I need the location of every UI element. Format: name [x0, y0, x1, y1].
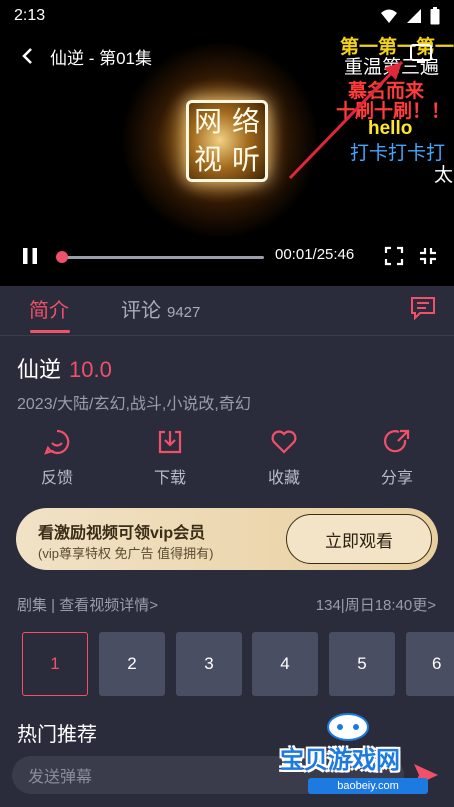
tab-intro[interactable]: 简介: [29, 294, 69, 323]
back-button[interactable]: [16, 45, 38, 67]
favorite-button[interactable]: 收藏: [244, 428, 324, 488]
download-button[interactable]: 下载: [130, 428, 210, 488]
logo-char: 视: [193, 143, 222, 176]
feedback-label: 反馈: [40, 470, 73, 487]
share-icon: [384, 429, 410, 453]
show-score: 10.0: [69, 357, 112, 382]
progress-handle[interactable]: [56, 251, 68, 263]
feedback-button[interactable]: 反馈: [17, 428, 97, 488]
status-time: 2:13: [14, 7, 46, 24]
video-title: 仙逆 - 第01集: [50, 48, 153, 68]
video-logo: 网 络 视 听: [186, 100, 268, 182]
action-bar: 反馈 下载 收藏 分享: [0, 428, 454, 494]
tab-indicator: [30, 330, 70, 333]
cast-icon[interactable]: [410, 44, 432, 64]
share-label: 分享: [380, 470, 413, 487]
download-icon: [158, 430, 182, 454]
episode-item[interactable]: 1: [22, 632, 88, 696]
favorite-label: 收藏: [267, 470, 300, 487]
screen-mode-icon[interactable]: [384, 246, 404, 266]
status-icons: [380, 7, 440, 25]
episode-item[interactable]: 6: [406, 632, 454, 696]
battery-icon: [430, 7, 440, 25]
episode-item[interactable]: 4: [252, 632, 318, 696]
episode-item[interactable]: 5: [329, 632, 395, 696]
time-readout: 00:01/25:46: [275, 246, 355, 263]
player-top-bar: 仙逆 - 第01集: [0, 40, 152, 72]
show-meta: 2023/大陆/玄幻,战斗,小说改,奇幻: [17, 396, 251, 413]
player-controls: 00:01/25:46: [0, 240, 454, 274]
watch-now-button[interactable]: 立即观看: [286, 514, 432, 564]
watermark-text: 宝贝游戏网: [280, 747, 400, 774]
fullscreen-icon[interactable]: [418, 246, 438, 266]
wifi-icon: [381, 9, 397, 23]
gamepad-icon: [327, 713, 369, 741]
show-title: 仙逆 10.0: [17, 352, 112, 384]
comments-count: 9427: [167, 304, 201, 321]
tab-comments-label: 评论: [121, 300, 161, 322]
episode-list: 1 2 3 4 5 6: [22, 632, 454, 698]
episode-item[interactable]: 3: [176, 632, 242, 696]
danmu-comment: 太: [434, 165, 454, 186]
tab-comments[interactable]: 评论 9427: [121, 294, 200, 323]
episodes-status[interactable]: 134|周日18:40更>: [316, 594, 436, 615]
feedback-icon: [44, 429, 70, 455]
watermark-url: baobeiy.com: [308, 778, 428, 794]
video-player[interactable]: 网 络 视 听 2:13 仙逆 - 第01集 第一第一第一 重温第三: [0, 0, 454, 286]
chevron-left-icon: [22, 48, 32, 64]
vip-banner[interactable]: 看激励视频可领vip会员 (vip尊享特权 免广告 值得拥有) 立即观看: [16, 508, 438, 570]
status-bar: 2:13: [0, 0, 454, 32]
signal-icon: [407, 9, 421, 23]
logo-char: 听: [231, 143, 260, 176]
logo-char: 网: [193, 105, 222, 138]
episode-item[interactable]: 2: [99, 632, 165, 696]
hot-section-title: 热门推荐: [17, 724, 97, 746]
show-name: 仙逆: [17, 357, 62, 382]
progress-track[interactable]: [60, 256, 264, 259]
logo-char: 络: [231, 105, 260, 138]
danmu-list-icon[interactable]: [410, 296, 436, 320]
download-label: 下载: [153, 470, 186, 487]
vip-subtitle: (vip尊享特权 免广告 值得拥有): [38, 546, 214, 561]
share-button[interactable]: 分享: [357, 428, 437, 488]
watermark: 宝贝游戏网 baobeiy.com: [280, 712, 440, 802]
pause-icon[interactable]: [20, 246, 40, 266]
vip-title: 看激励视频可领vip会员: [38, 525, 206, 542]
episodes-header[interactable]: 剧集 | 查看视频详情>: [17, 594, 158, 615]
detail-tabs: 简介 评论 9427: [0, 286, 454, 336]
heart-icon: [271, 430, 297, 454]
annotation-arrow-icon: [288, 60, 404, 180]
